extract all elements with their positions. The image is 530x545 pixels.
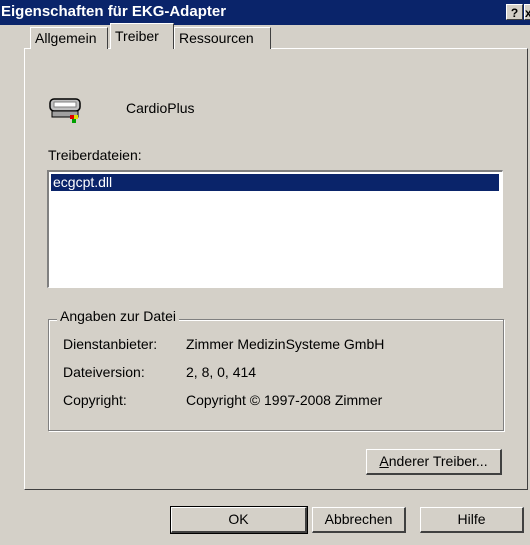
ok-button[interactable]: OK xyxy=(170,506,308,534)
copyright-value: Copyright © 1997-2008 Zimmer xyxy=(186,392,383,408)
list-item-ecgcpt[interactable]: ecgcpt.dll xyxy=(51,174,499,191)
change-driver-accel: A xyxy=(379,453,389,469)
version-label: Dateiversion: xyxy=(63,364,145,380)
change-driver-label: nderer Treiber... xyxy=(388,453,488,469)
help-button[interactable]: Hilfe xyxy=(420,507,524,533)
driver-files-label: Treiberdateien: xyxy=(48,147,142,163)
driver-files-list[interactable]: ecgcpt.dll xyxy=(47,170,503,288)
cancel-button[interactable]: Abbrechen xyxy=(312,507,406,533)
help-title-button[interactable]: ? xyxy=(506,4,523,20)
change-driver-button[interactable]: Anderer Treiber... xyxy=(366,449,502,475)
device-name: CardioPlus xyxy=(126,100,195,116)
tab-allgemein[interactable]: Allgemein xyxy=(30,27,108,49)
tab-treiber[interactable]: Treiber xyxy=(110,23,174,49)
close-title-button[interactable]: x xyxy=(524,4,530,20)
provider-value: Zimmer MedizinSysteme GmbH xyxy=(186,336,385,352)
ekg-adapter-icon xyxy=(49,98,81,123)
tab-ressourcen[interactable]: Ressourcen xyxy=(174,27,271,49)
provider-label: Dienstanbieter: xyxy=(63,336,158,352)
version-value: 2, 8, 0, 414 xyxy=(186,364,257,380)
title-bar[interactable]: Eigenschaften für EKG-Adapter ? x xyxy=(0,0,530,25)
copyright-label: Copyright: xyxy=(63,392,127,408)
file-info-title: Angaben zur Datei xyxy=(57,308,179,324)
window-title: Eigenschaften für EKG-Adapter xyxy=(1,3,227,20)
